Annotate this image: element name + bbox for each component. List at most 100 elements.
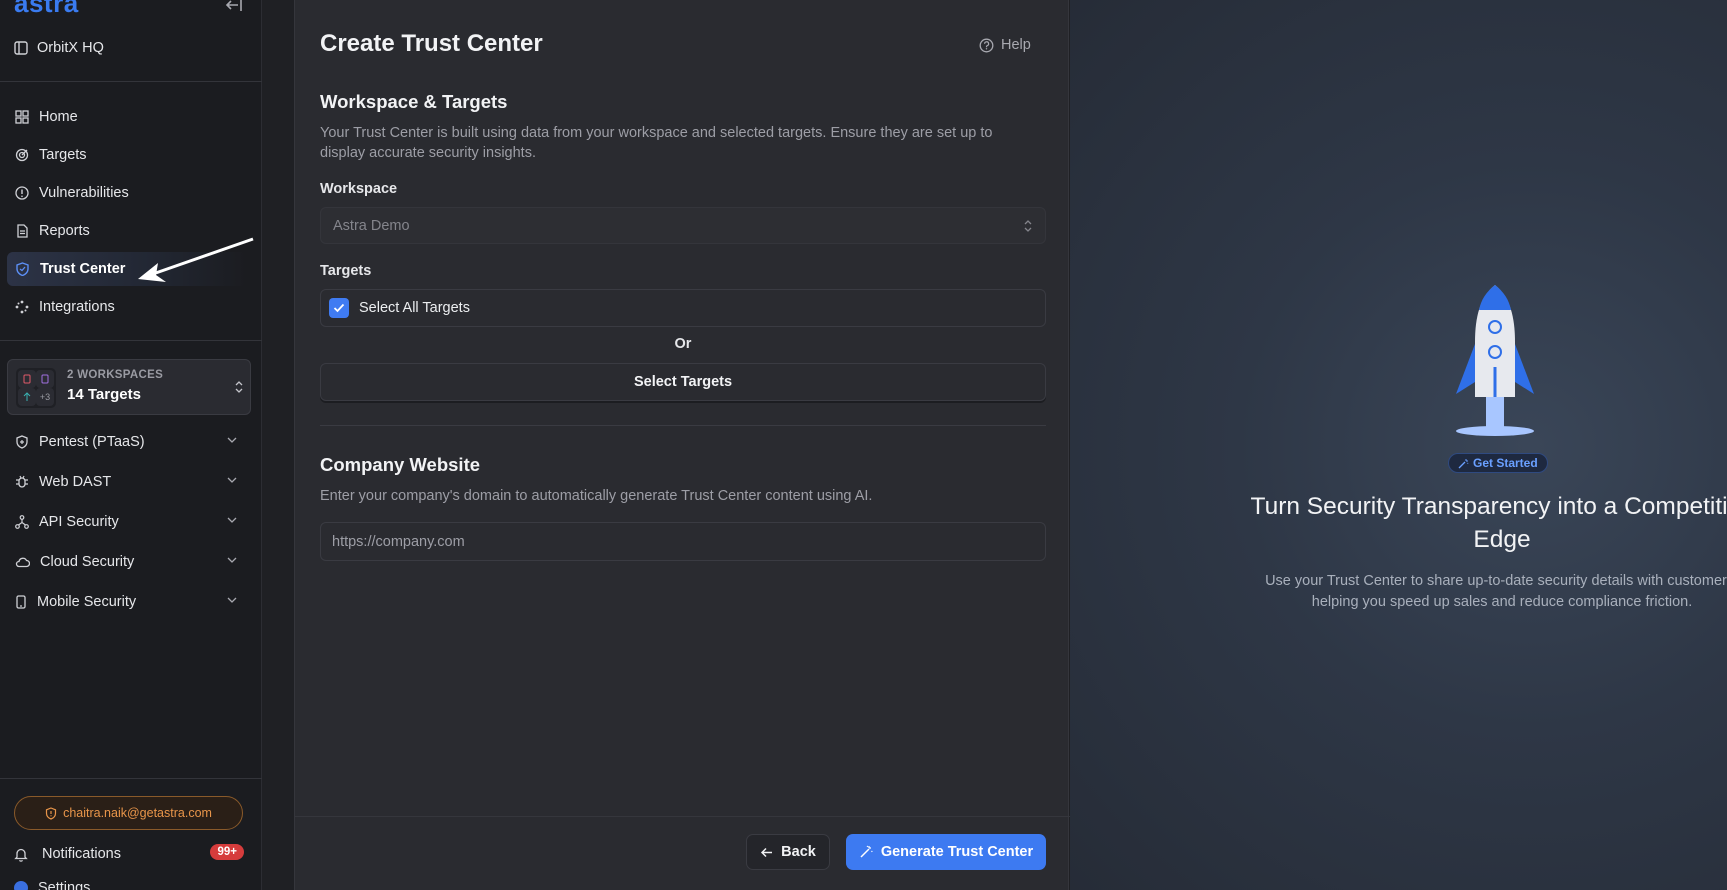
target-icon <box>15 148 29 162</box>
chevron-down-icon <box>227 557 237 563</box>
grid-icon <box>15 110 29 124</box>
company-section-title: Company Website <box>320 454 481 475</box>
chevron-down-icon <box>227 477 237 483</box>
nav-label: Home <box>39 109 78 125</box>
api-icon <box>15 515 29 529</box>
magic-wand-icon <box>860 845 873 858</box>
divider <box>0 340 262 341</box>
workspace-select-value: Astra Demo <box>333 217 410 234</box>
workspace-label: Workspace <box>320 181 398 197</box>
notifications-item[interactable]: Notifications 99+ <box>14 842 244 866</box>
notification-count-badge: 99+ <box>210 844 244 860</box>
integrations-icon <box>15 300 29 314</box>
nav-label: Web DAST <box>39 474 112 490</box>
mobile-icon <box>16 595 26 609</box>
nav-label: Pentest (PTaaS) <box>39 434 145 450</box>
promo-panel: Get Started Turn Security Transparency i… <box>1070 0 1727 890</box>
nav-label: Targets <box>39 147 87 163</box>
select-all-targets-option[interactable]: Select All Targets <box>320 289 1046 327</box>
notifications-label: Notifications <box>42 846 121 862</box>
get-started-badge: Get Started <box>1448 453 1548 473</box>
company-website-input[interactable]: https://company.com <box>320 522 1046 561</box>
nav-item-api-security[interactable]: API Security <box>7 505 247 539</box>
chevron-down-icon <box>227 437 237 443</box>
page-title: Create Trust Center <box>320 30 543 57</box>
nav-label: Reports <box>39 223 90 239</box>
workspace-select[interactable]: Astra Demo <box>320 207 1046 244</box>
chevron-down-icon <box>227 517 237 523</box>
bug-icon <box>16 475 28 488</box>
nav-item-vulnerabilities[interactable]: Vulnerabilities <box>7 176 247 210</box>
alert-circle-icon <box>15 186 29 200</box>
settings-avatar <box>14 881 28 890</box>
rocket-illustration <box>1456 285 1534 436</box>
shield-handshake-icon <box>16 262 29 276</box>
footer-divider <box>295 816 1070 817</box>
company-section-description: Enter your company's domain to automatic… <box>320 488 873 504</box>
nav-item-home[interactable]: Home <box>7 100 247 134</box>
sort-icon <box>235 381 243 393</box>
select-all-checkbox[interactable] <box>329 298 349 318</box>
bell-icon <box>14 848 28 862</box>
org-name: OrbitX HQ <box>37 40 104 56</box>
nav-item-targets[interactable]: Targets <box>7 138 247 172</box>
nav-label: Vulnerabilities <box>39 185 129 201</box>
nav-item-pentest[interactable]: Pentest (PTaaS) <box>7 425 247 459</box>
nav-item-mobile-security[interactable]: Mobile Security <box>7 585 247 619</box>
nav-label: Mobile Security <box>37 594 137 610</box>
promo-title: Turn Security Transparency into a Compet… <box>1250 493 1727 553</box>
nav-item-cloud-security[interactable]: Cloud Security <box>7 545 247 579</box>
help-circle-icon <box>979 38 994 52</box>
user-email: chaitra.naik@getastra.com <box>63 806 212 820</box>
help-label: Help <box>1001 37 1031 53</box>
workspace-switcher[interactable]: +3 2 WORKSPACES 14 Targets <box>7 359 251 415</box>
nav-item-integrations[interactable]: Integrations <box>7 290 247 324</box>
create-trust-center-panel: Create Trust Center Help Workspace & Tar… <box>294 0 1070 890</box>
check-icon <box>333 303 345 313</box>
workspace-title: 2 WORKSPACES <box>67 369 164 381</box>
sidebar: astra OrbitX HQ Home Targets Vulnerabili… <box>0 0 262 890</box>
settings-item[interactable]: Settings <box>14 880 90 890</box>
back-label: Back <box>781 844 816 860</box>
nav-label: Trust Center <box>40 261 126 277</box>
website-placeholder: https://company.com <box>332 533 465 550</box>
divider <box>0 778 262 779</box>
section-divider <box>320 425 1046 426</box>
workspace-icons: +3 <box>16 368 56 408</box>
generate-trust-center-button[interactable]: Generate Trust Center <box>846 834 1046 870</box>
back-button[interactable]: Back <box>746 834 830 870</box>
nav-label: Cloud Security <box>40 554 135 570</box>
or-separator: Or <box>674 336 692 352</box>
annotation-arrow <box>138 237 254 282</box>
select-targets-button[interactable]: Select Targets <box>320 363 1046 401</box>
org-switcher[interactable]: OrbitX HQ <box>14 36 104 60</box>
shield-plus-icon <box>16 435 28 449</box>
arrow-left-icon <box>761 847 773 857</box>
select-all-label: Select All Targets <box>359 300 470 316</box>
astra-logo[interactable]: astra <box>14 0 79 19</box>
user-email-badge[interactable]: chaitra.naik@getastra.com <box>14 796 243 830</box>
generate-label: Generate Trust Center <box>880 844 1034 860</box>
nav-item-web-dast[interactable]: Web DAST <box>7 465 247 499</box>
workspace-avatar <box>18 388 36 406</box>
workspace-avatar <box>18 370 36 388</box>
chevron-down-icon <box>227 597 237 603</box>
document-icon <box>17 224 28 238</box>
workspace-more-count: +3 <box>36 388 54 406</box>
promo-description: Use your Trust Center to share up-to-dat… <box>1265 573 1727 610</box>
workspace-target-count: 14 Targets <box>67 386 141 403</box>
workspace-section-description: Your Trust Center is built using data fr… <box>320 125 993 161</box>
nav-label: Integrations <box>39 299 115 315</box>
settings-label: Settings <box>38 880 91 890</box>
collapse-sidebar-icon[interactable] <box>224 0 244 14</box>
help-button[interactable]: Help <box>979 37 1031 53</box>
sparkle-icon <box>1458 458 1469 468</box>
sort-icon <box>1024 220 1032 232</box>
get-started-label: Get Started <box>1473 456 1538 470</box>
shield-alert-icon <box>45 806 57 820</box>
workspace-section-title: Workspace & Targets <box>320 91 508 112</box>
workspace-avatar <box>36 370 54 388</box>
divider <box>0 81 262 82</box>
panel-icon <box>14 41 28 55</box>
nav-label: API Security <box>39 514 119 530</box>
